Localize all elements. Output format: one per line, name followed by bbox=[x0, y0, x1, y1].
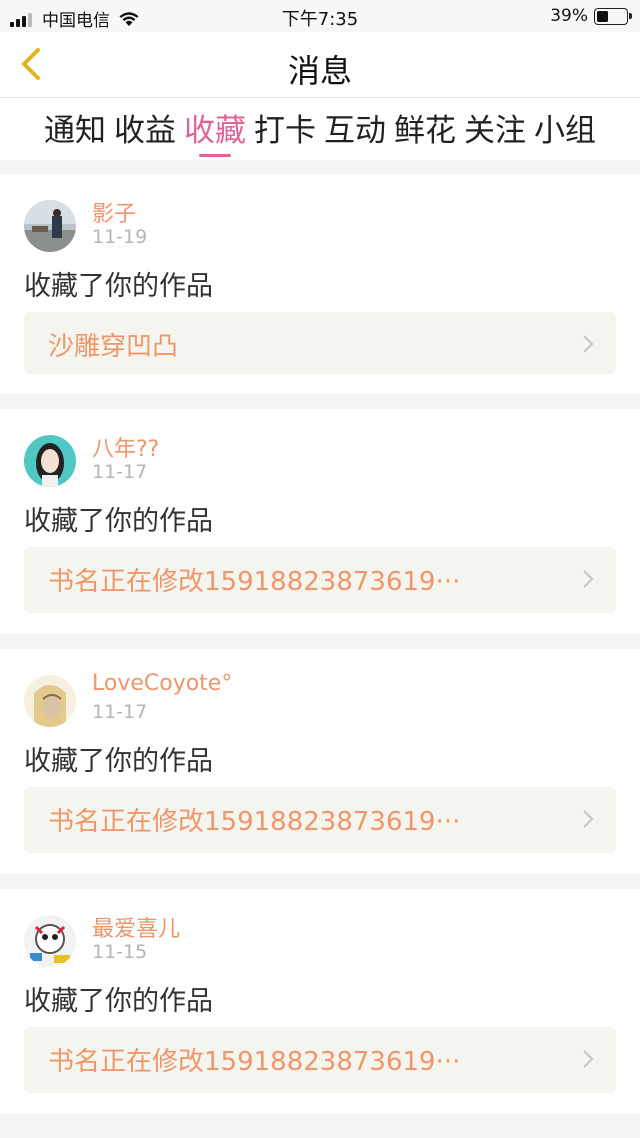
battery-icon bbox=[594, 7, 632, 25]
action-text: 收藏了你的作品 bbox=[24, 271, 213, 302]
username[interactable]: 影子 bbox=[92, 196, 136, 228]
date: 11-19 bbox=[92, 226, 148, 248]
work-link[interactable]: 书名正在修改15918823873619··· bbox=[24, 1027, 616, 1093]
date: 11-17 bbox=[92, 701, 148, 723]
tab-checkin[interactable]: 打卡 bbox=[254, 105, 316, 153]
chevron-right-icon bbox=[583, 570, 594, 588]
chevron-right-icon bbox=[583, 1050, 594, 1068]
chevron-right-icon bbox=[583, 335, 594, 353]
tab-groups[interactable]: 小组 bbox=[534, 105, 596, 153]
tab-follow[interactable]: 关注 bbox=[464, 105, 526, 153]
avatar[interactable] bbox=[24, 915, 76, 967]
action-text: 收藏了你的作品 bbox=[24, 986, 213, 1017]
list-item: LoveCoyote° 11-17 收藏了你的作品 书名正在修改15918823… bbox=[0, 649, 640, 874]
work-link[interactable]: 书名正在修改15918823873619··· bbox=[24, 787, 616, 853]
status-right: 39% bbox=[550, 6, 632, 26]
action-text: 收藏了你的作品 bbox=[24, 506, 213, 537]
status-bar: 中国电信 下午7:35 39% bbox=[0, 0, 640, 32]
chevron-right-icon bbox=[583, 810, 594, 828]
battery-percent: 39% bbox=[550, 6, 588, 26]
tab-flowers[interactable]: 鲜花 bbox=[394, 105, 456, 153]
list-item: 影子 11-19 收藏了你的作品 沙雕穿凹凸 bbox=[0, 174, 640, 394]
list-item: 最爱喜儿 11-15 收藏了你的作品 书名正在修改15918823873619·… bbox=[0, 889, 640, 1114]
action-text: 收藏了你的作品 bbox=[24, 746, 213, 777]
tab-notice[interactable]: 通知 bbox=[44, 105, 106, 153]
avatar[interactable] bbox=[24, 675, 76, 727]
status-time: 下午7:35 bbox=[281, 9, 359, 30]
date: 11-17 bbox=[92, 461, 148, 483]
message-list: 影子 11-19 收藏了你的作品 沙雕穿凹凸 八年?? 11-17 收藏了你的作… bbox=[0, 160, 640, 1114]
date: 11-15 bbox=[92, 941, 148, 963]
work-title: 书名正在修改15918823873619··· bbox=[48, 567, 461, 597]
username[interactable]: LoveCoyote° bbox=[92, 671, 232, 696]
tab-earnings[interactable]: 收益 bbox=[114, 105, 176, 153]
work-link[interactable]: 书名正在修改15918823873619··· bbox=[24, 547, 616, 613]
tab-interaction[interactable]: 互动 bbox=[324, 105, 386, 153]
avatar[interactable] bbox=[24, 200, 76, 252]
tab-favorites[interactable]: 收藏 bbox=[184, 105, 246, 157]
work-link[interactable]: 沙雕穿凹凸 bbox=[24, 312, 616, 374]
list-item: 八年?? 11-17 收藏了你的作品 书名正在修改15918823873619·… bbox=[0, 409, 640, 634]
username[interactable]: 八年?? bbox=[92, 431, 159, 463]
category-tabs: 通知 收益 收藏 打卡 互动 鲜花 关注 小组 bbox=[0, 98, 640, 160]
nav-bar: 消息 bbox=[0, 32, 640, 98]
work-title: 书名正在修改15918823873619··· bbox=[48, 807, 461, 837]
work-title: 沙雕穿凹凸 bbox=[48, 332, 179, 362]
avatar[interactable] bbox=[24, 435, 76, 487]
page-title: 消息 bbox=[287, 52, 352, 90]
username[interactable]: 最爱喜儿 bbox=[92, 911, 180, 943]
work-title: 书名正在修改15918823873619··· bbox=[48, 1047, 461, 1077]
